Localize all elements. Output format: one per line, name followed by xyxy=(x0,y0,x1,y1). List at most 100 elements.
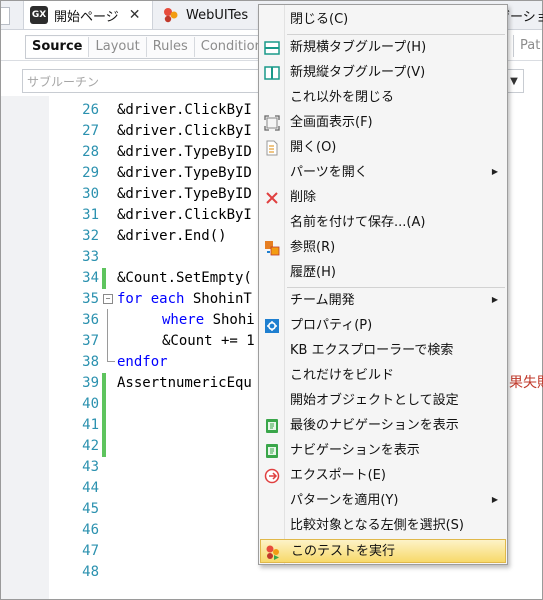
code-text: &driver.TypeByID xyxy=(117,186,252,202)
menu-item-close[interactable]: 閉じる(C) xyxy=(260,8,506,32)
tab-webuitest[interactable]: WebUITes xyxy=(156,1,266,29)
tab-scroll-stub[interactable] xyxy=(1,7,10,25)
code-text: &driver.ClickByI xyxy=(117,123,252,139)
line-number: 46 xyxy=(82,522,99,538)
menu-item-save-as[interactable]: 名前を付けて保存...(A) xyxy=(260,211,506,235)
menu-item-team-development[interactable]: チーム開発 ▶ xyxy=(260,289,506,313)
line-number: 37 xyxy=(82,333,99,349)
references-icon xyxy=(264,240,280,256)
menu-item-select-left-compare[interactable]: 比較対象となる左側を選択(S) xyxy=(260,514,506,538)
line-number: 41 xyxy=(82,417,99,433)
test-object-icon xyxy=(162,6,180,24)
line-number: 33 xyxy=(82,249,99,265)
tab-source[interactable]: Source xyxy=(26,37,90,57)
tab-layout[interactable]: Layout xyxy=(89,37,147,57)
code-text: where Shohi xyxy=(162,310,255,331)
vertical-split-icon xyxy=(264,65,280,81)
menu-item-label: 新規縦タブグループ(V) xyxy=(290,65,426,80)
line-number: 42 xyxy=(82,438,99,454)
menu-item-label: これ以外を閉じる xyxy=(290,90,395,105)
code-text: AssertnumericEqu xyxy=(117,375,252,391)
code-text: &driver.TypeByID xyxy=(117,165,252,181)
menu-item-label: 履歴(H) xyxy=(290,265,336,280)
line-number: 27 xyxy=(82,123,99,139)
menu-item-run-this-test[interactable]: このテストを実行 xyxy=(260,539,506,563)
fold-guide xyxy=(107,309,108,361)
menu-item-new-vertical-group[interactable]: 新規縦タブグループ(V) xyxy=(260,61,506,85)
menu-item-apply-pattern[interactable]: パターンを適用(Y) ▶ xyxy=(260,489,506,513)
change-indicator xyxy=(102,394,106,415)
line-number: 39 xyxy=(82,375,99,391)
menu-item-label: ナビゲーションを表示 xyxy=(290,443,420,458)
menu-item-show-last-navigation[interactable]: 最後のナビゲーションを表示 xyxy=(260,414,506,438)
line-number: 30 xyxy=(82,186,99,202)
delete-icon xyxy=(264,190,280,206)
line-number: 43 xyxy=(82,459,99,475)
menu-item-label: 閉じる(C) xyxy=(290,12,349,27)
code-identifier: Shohi xyxy=(212,312,255,328)
menu-item-history[interactable]: 履歴(H) xyxy=(260,261,506,285)
submenu-arrow-icon: ▶ xyxy=(491,167,498,176)
menu-separator xyxy=(287,287,505,288)
horizontal-split-icon xyxy=(264,40,280,56)
menu-item-close-others[interactable]: これ以外を閉じる xyxy=(260,86,506,110)
menu-item-label: パーツを開く xyxy=(290,165,368,180)
menu-item-show-navigation[interactable]: ナビゲーションを表示 xyxy=(260,439,506,463)
change-indicator xyxy=(102,373,106,394)
tab-webuitest-label: WebUITes xyxy=(186,7,249,23)
line-number: 35 xyxy=(82,291,99,307)
code-text: for each ShohinT xyxy=(117,289,252,310)
menu-item-new-horizontal-group[interactable]: 新規横タブグループ(H) xyxy=(260,36,506,60)
menu-item-fullscreen[interactable]: 全画面表示(F) xyxy=(260,111,506,135)
menu-separator xyxy=(287,34,505,35)
change-indicator xyxy=(102,268,106,289)
tab-start-page-label: 開始ページ xyxy=(54,9,119,25)
code-text: &Count += 1 xyxy=(162,333,255,349)
tab-start-page[interactable]: GX 開始ページ ✕ xyxy=(23,1,153,29)
change-indicator xyxy=(102,415,106,436)
export-icon xyxy=(264,468,280,484)
line-number: 32 xyxy=(82,228,99,244)
menu-item-label: 全画面表示(F) xyxy=(290,115,373,130)
menu-item-label: 開く(O) xyxy=(290,140,337,155)
fullscreen-icon xyxy=(264,115,280,131)
tab-patterns[interactable]: Pat xyxy=(513,35,540,57)
genexus-logo-icon: GX xyxy=(30,6,48,24)
submenu-arrow-icon: ▶ xyxy=(491,495,498,504)
menu-item-build-only[interactable]: これだけをビルド xyxy=(260,364,506,388)
menu-item-export[interactable]: エクスポート(E) xyxy=(260,464,506,488)
menu-item-references[interactable]: 参照(R) xyxy=(260,236,506,260)
navigation-icon xyxy=(264,418,280,434)
menu-item-delete[interactable]: 削除 xyxy=(260,186,506,210)
line-number: 28 xyxy=(82,144,99,160)
tab-rules[interactable]: Rules xyxy=(147,37,195,57)
code-text: &Count.SetEmpty( xyxy=(117,270,252,286)
menu-item-label: 名前を付けて保存...(A) xyxy=(290,215,426,230)
menu-item-label: 比較対象となる左側を選択(S) xyxy=(290,518,465,533)
menu-item-properties[interactable]: プロパティ(P) xyxy=(260,314,506,338)
menu-item-label: 新規横タブグループ(H) xyxy=(290,40,427,55)
close-tab-icon[interactable]: ✕ xyxy=(129,7,141,23)
line-number: 40 xyxy=(82,396,99,412)
code-identifier: ShohinT xyxy=(192,291,252,307)
menu-item-label: プロパティ(P) xyxy=(290,318,373,333)
code-line: 48 xyxy=(1,562,542,583)
code-text: &driver.ClickByI xyxy=(117,207,252,223)
submenu-arrow-icon: ▶ xyxy=(491,295,498,304)
fold-toggle-icon[interactable]: − xyxy=(103,294,113,304)
part-tabs: Source Layout Rules Condition xyxy=(25,35,271,59)
open-document-icon xyxy=(264,140,280,156)
menu-item-open[interactable]: 開く(O) xyxy=(260,136,506,160)
menu-item-label: これだけをビルド xyxy=(290,368,395,383)
line-number: 38 xyxy=(82,354,99,370)
menu-item-label: エクスポート(E) xyxy=(290,468,386,483)
menu-item-set-startup-object[interactable]: 開始オブジェクトとして設定 xyxy=(260,389,506,413)
line-number: 26 xyxy=(82,102,99,118)
line-number: 44 xyxy=(82,480,99,496)
menu-item-kb-explorer-search[interactable]: KB エクスプローラーで検索 xyxy=(260,339,506,363)
menu-item-label: 参照(R) xyxy=(290,240,336,255)
menu-item-open-parts[interactable]: パーツを開く ▶ xyxy=(260,161,506,185)
menu-item-label: KB エクスプローラーで検索 xyxy=(290,343,454,358)
tab-context-menu: 閉じる(C) 新規横タブグループ(H) 新規縦タブグループ(V) これ以外を閉じ… xyxy=(258,4,508,565)
fold-guide-end xyxy=(107,361,115,362)
